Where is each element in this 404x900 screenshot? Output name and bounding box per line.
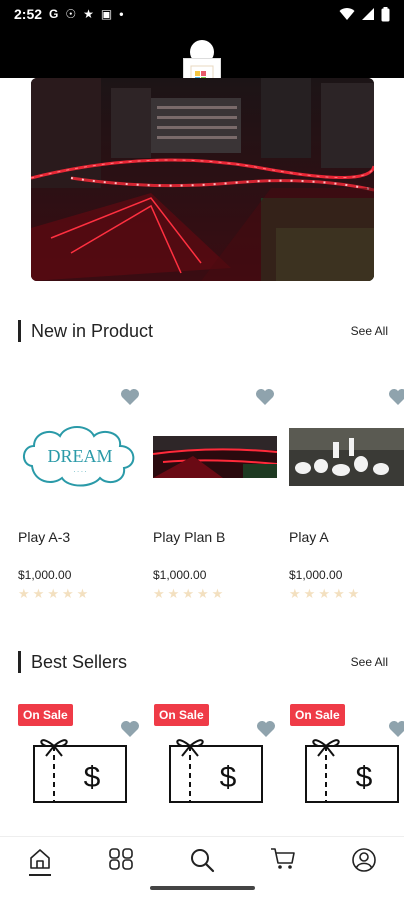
product-card[interactable]: On Sale $ [154, 704, 284, 814]
product-card[interactable]: DREAM · · · · Play A-3 $1,000.00 ★ ★ ★ ★… [18, 388, 148, 628]
product-card[interactable]: On Sale $ [18, 704, 148, 814]
product-name: Play Plan B [153, 529, 226, 545]
cart-icon [270, 848, 295, 869]
heart-icon[interactable] [388, 388, 404, 406]
svg-text:DREAM: DREAM [47, 446, 112, 466]
status-bar: 2:52 G ☉ ★ ▣ • [0, 0, 404, 28]
star-icon: ★ [61, 586, 74, 601]
svg-text:$: $ [220, 761, 237, 794]
star-icon: ★ [318, 586, 330, 601]
notification-icon: ★ [83, 7, 94, 21]
section-title: New in Product [31, 320, 154, 341]
nav-categories[interactable] [101, 847, 141, 887]
google-icon: G [49, 7, 59, 21]
status-left: 2:52 G ☉ ★ ▣ • [14, 6, 123, 22]
profile-icon [351, 848, 376, 872]
product-card[interactable]: Play Plan B $1,000.00 ★ ★ ★ ★ ★ [153, 388, 283, 628]
new-products-row: DREAM · · · · Play A-3 $1,000.00 ★ ★ ★ ★… [0, 388, 404, 628]
app-icon: ▣ [100, 7, 113, 21]
rating-stars: ★ ★ ★ ★ ★ [18, 587, 88, 600]
section-accent-bar [18, 320, 21, 342]
status-time: 2:52 [14, 6, 43, 22]
product-name: Play A [289, 529, 329, 545]
nav-home[interactable] [20, 847, 60, 887]
star-icon: ★ [347, 586, 360, 601]
product-price: $1,000.00 [289, 568, 343, 582]
svg-text:$: $ [84, 761, 101, 794]
signal-icon [362, 8, 374, 20]
battery-icon [381, 6, 390, 21]
best-sellers-row: On Sale $ On Sale $ On Sale $ [0, 704, 404, 814]
new-products-header: New in Product See All [18, 318, 388, 344]
rating-stars: ★ ★ ★ ★ ★ [289, 587, 359, 600]
star-icon: ★ [196, 586, 209, 601]
shield-icon: ☉ [65, 7, 77, 21]
gift-dollar-icon: $ [305, 739, 399, 803]
hero-banner[interactable] [31, 78, 374, 281]
star-icon: ★ [303, 586, 316, 601]
sale-badge: On Sale [18, 704, 73, 726]
home-icon [30, 849, 51, 869]
star-icon: ★ [211, 586, 224, 601]
product-image [289, 416, 404, 498]
see-all-link[interactable]: See All [351, 324, 388, 338]
active-indicator [29, 874, 52, 876]
product-card[interactable]: Play A $1,000.00 ★ ★ ★ ★ ★ [289, 388, 404, 628]
best-sellers-header: Best Sellers See All [18, 649, 388, 675]
svg-text:· · · ·: · · · · [73, 469, 86, 476]
product-price: $1,000.00 [153, 568, 207, 582]
sale-badge: On Sale [290, 704, 345, 726]
star-icon: ★ [182, 586, 194, 601]
white-lanterns-image [289, 428, 404, 486]
section-title: Best Sellers [31, 651, 128, 672]
hero-image [31, 78, 374, 281]
section-accent-bar [18, 651, 21, 673]
gift-dollar-icon: $ [169, 739, 263, 803]
product-price: $1,000.00 [18, 568, 72, 582]
nav-profile[interactable] [344, 847, 384, 887]
nav-cart[interactable] [263, 847, 303, 887]
see-all-link[interactable]: See All [351, 655, 388, 669]
star-icon: ★ [76, 586, 89, 601]
star-icon: ★ [32, 586, 45, 601]
search-icon [190, 849, 215, 873]
sale-badge: On Sale [154, 704, 209, 726]
star-icon: ★ [47, 586, 59, 601]
nav-search[interactable] [182, 847, 222, 887]
heart-icon[interactable] [255, 388, 275, 406]
red-lights-image [153, 436, 277, 478]
heart-icon[interactable] [120, 388, 140, 406]
bottom-nav [0, 836, 404, 900]
categories-icon [109, 848, 133, 870]
rating-stars: ★ ★ ★ ★ ★ [153, 587, 223, 600]
app-header [0, 28, 404, 98]
svg-text:$: $ [356, 761, 373, 794]
star-icon: ★ [18, 586, 30, 601]
star-icon: ★ [332, 586, 345, 601]
star-icon: ★ [153, 586, 165, 601]
dot-icon: • [119, 7, 124, 21]
product-image [153, 416, 277, 498]
gift-dollar-icon: $ [33, 739, 127, 803]
dream-logo-image: DREAM · · · · [23, 426, 135, 487]
star-icon: ★ [289, 586, 301, 601]
product-name: Play A-3 [18, 529, 71, 545]
home-indicator [150, 886, 255, 890]
wifi-icon [339, 8, 355, 20]
product-image: DREAM · · · · [18, 416, 142, 498]
star-icon: ★ [167, 586, 180, 601]
product-card[interactable]: On Sale $ [290, 704, 404, 814]
status-right [339, 6, 390, 22]
